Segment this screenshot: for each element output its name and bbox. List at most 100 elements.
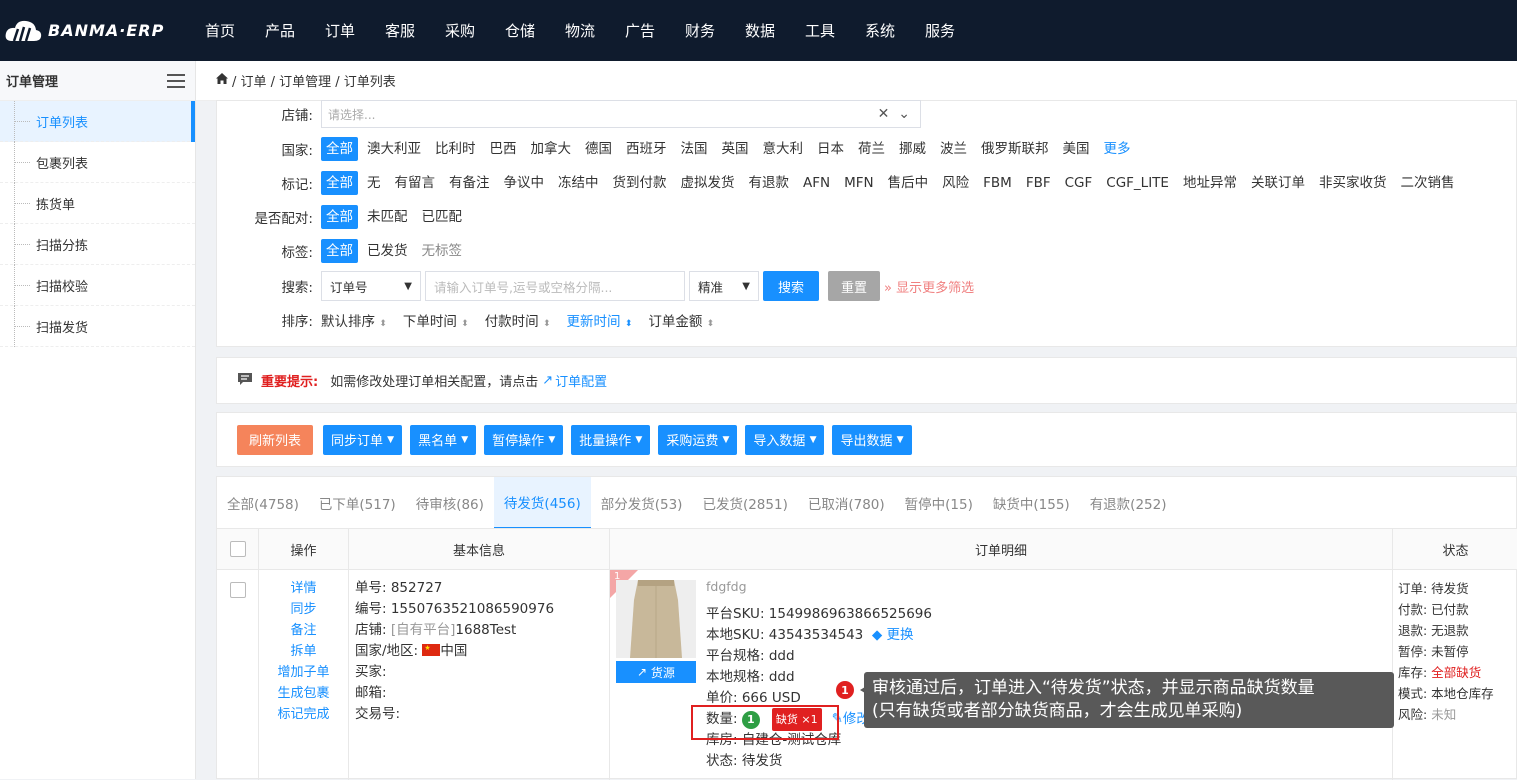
country-option[interactable]: 西班牙 [621,137,672,161]
match-option[interactable]: 已匹配 [417,205,468,229]
country-option[interactable]: 澳大利亚 [362,137,426,161]
nav-item-purchase[interactable]: 采购 [430,20,490,41]
tab-all[interactable]: 全部(4758) [217,477,309,529]
mark-option[interactable]: 非买家收货 [1314,171,1392,195]
mark-option[interactable]: 风险 [937,171,974,195]
country-option[interactable]: 比利时 [430,137,481,161]
country-option[interactable]: 法国 [676,137,713,161]
mark-option[interactable]: MFN [839,171,879,195]
mark-option[interactable]: 无 [362,171,386,195]
mark-complete-link[interactable]: 标记完成 [277,704,329,725]
sync-link[interactable]: 同步 [290,599,316,620]
search-input[interactable]: 请输入订单号,运号或空格分隔... [425,271,685,301]
batch-dropdown[interactable]: 批量操作 ▼ [571,424,651,455]
tab-pending-review[interactable]: 待审核(86) [406,477,494,529]
country-option[interactable]: 德国 [580,137,617,161]
blacklist-dropdown[interactable]: 黑名单 ▼ [410,424,477,455]
nav-item-home[interactable]: 首页 [190,20,250,41]
country-option[interactable]: 荷兰 [853,137,890,161]
country-option[interactable]: 全部 [321,137,358,161]
nav-item-system[interactable]: 系统 [850,20,910,41]
nav-item-data[interactable]: 数据 [730,20,790,41]
product-image[interactable] [616,580,696,658]
country-option[interactable]: 英国 [717,137,754,161]
tag-option[interactable]: 已发货 [362,239,413,263]
country-option[interactable]: 挪威 [894,137,931,161]
store-select[interactable]: 请选择... ✕ ⌄ [321,100,921,128]
nav-item-service[interactable]: 客服 [370,20,430,41]
country-option[interactable]: 俄罗斯联邦 [976,137,1054,161]
sidebar-item-pick-list[interactable]: 拣货单 [0,183,195,224]
search-mode-select[interactable]: 精准 ▼ [689,271,759,301]
sidebar-item-scan-ship[interactable]: 扫描发货 [0,306,195,347]
sidebar-item-order-list[interactable]: 订单列表 [0,101,195,142]
nav-item-finance[interactable]: 财务 [670,20,730,41]
row-checkbox[interactable] [229,582,246,598]
refresh-list-button[interactable]: 刷新列表 [237,424,314,455]
mark-option[interactable]: FBM [978,171,1017,195]
nav-item-services[interactable]: 服务 [910,20,970,41]
tab-shipped[interactable]: 已发货(2851) [692,477,797,529]
mark-option[interactable]: FBF [1021,171,1056,195]
add-suborder-link[interactable]: 增加子单 [277,662,329,683]
mark-option[interactable]: 有退款 [744,171,795,195]
more-filters-link[interactable]: » 显示更多筛选 [884,277,974,296]
country-option[interactable]: 巴西 [485,137,522,161]
clear-chevron-icon[interactable]: ✕ ⌄ [878,106,910,122]
sort-update-time[interactable]: 更新时间 ⬍ [567,310,633,330]
sync-orders-dropdown[interactable]: 同步订单 ▼ [323,424,403,455]
nav-item-ads[interactable]: 广告 [610,20,670,41]
nav-item-orders[interactable]: 订单 [310,20,370,41]
sidebar-item-scan-verify[interactable]: 扫描校验 [0,265,195,306]
tab-refund[interactable]: 有退款(252) [1080,477,1177,529]
mark-option[interactable]: 售后中 [883,171,934,195]
sort-amount[interactable]: 订单金额 ⬍ [648,310,714,330]
replace-link[interactable]: ◆ 更换 [872,627,914,643]
select-all-checkbox[interactable] [229,541,246,557]
import-dropdown[interactable]: 导入数据 ▼ [745,424,825,455]
split-link[interactable]: 拆单 [290,641,316,662]
tag-option[interactable]: 无标签 [417,239,468,263]
nav-item-tools[interactable]: 工具 [790,20,850,41]
nav-item-storage[interactable]: 仓储 [490,20,550,41]
mark-option[interactable]: 有留言 [390,171,441,195]
detail-link[interactable]: 详情 [290,578,316,599]
purchase-freight-dropdown[interactable]: 采购运费 ▼ [658,424,738,455]
match-option[interactable]: 未匹配 [362,205,413,229]
nav-item-logistics[interactable]: 物流 [550,20,610,41]
tab-stockout[interactable]: 缺货中(155) [983,477,1080,529]
sort-default[interactable]: 默认排序 ⬍ [321,310,387,330]
mark-option[interactable]: 全部 [321,171,358,195]
source-button[interactable]: ↗ 货源 [616,661,696,683]
tab-paused[interactable]: 暂停中(15) [895,477,983,529]
country-option[interactable]: 日本 [812,137,849,161]
match-option[interactable]: 全部 [321,205,358,229]
country-more-link[interactable]: 更多 [1099,137,1136,161]
sort-pay-time[interactable]: 付款时间 ⬍ [485,310,551,330]
logo[interactable]: BANMA·ERP [0,17,190,45]
tab-partial-shipped[interactable]: 部分发货(53) [591,477,693,529]
mark-option[interactable]: 货到付款 [608,171,672,195]
country-option[interactable]: 美国 [1058,137,1095,161]
mark-option[interactable]: AFN [798,171,835,195]
sidebar-item-scan-sort[interactable]: 扫描分拣 [0,224,195,265]
mark-option[interactable]: CGF_LITE [1101,171,1174,195]
home-icon[interactable] [216,73,228,88]
menu-toggle-icon[interactable] [167,73,185,88]
reset-button[interactable]: 重置 [828,271,880,301]
tab-pending-ship[interactable]: 待发货(456) [493,476,591,529]
country-option[interactable]: 意大利 [758,137,809,161]
tag-option[interactable]: 全部 [321,239,358,263]
sort-order-time[interactable]: 下单时间 ⬍ [403,310,469,330]
nav-item-products[interactable]: 产品 [250,20,310,41]
search-field-select[interactable]: 订单号 ▼ [321,271,421,301]
tab-ordered[interactable]: 已下单(517) [309,477,406,529]
mark-option[interactable]: 二次销售 [1395,171,1459,195]
mark-option[interactable]: 争议中 [499,171,550,195]
pause-dropdown[interactable]: 暂停操作 ▼ [484,424,564,455]
search-button[interactable]: 搜索 [763,271,819,301]
create-package-link[interactable]: 生成包裹 [277,683,329,704]
tab-cancelled[interactable]: 已取消(780) [798,477,895,529]
sidebar-item-package-list[interactable]: 包裹列表 [0,142,195,183]
order-config-link[interactable]: 订单配置 [555,371,607,390]
